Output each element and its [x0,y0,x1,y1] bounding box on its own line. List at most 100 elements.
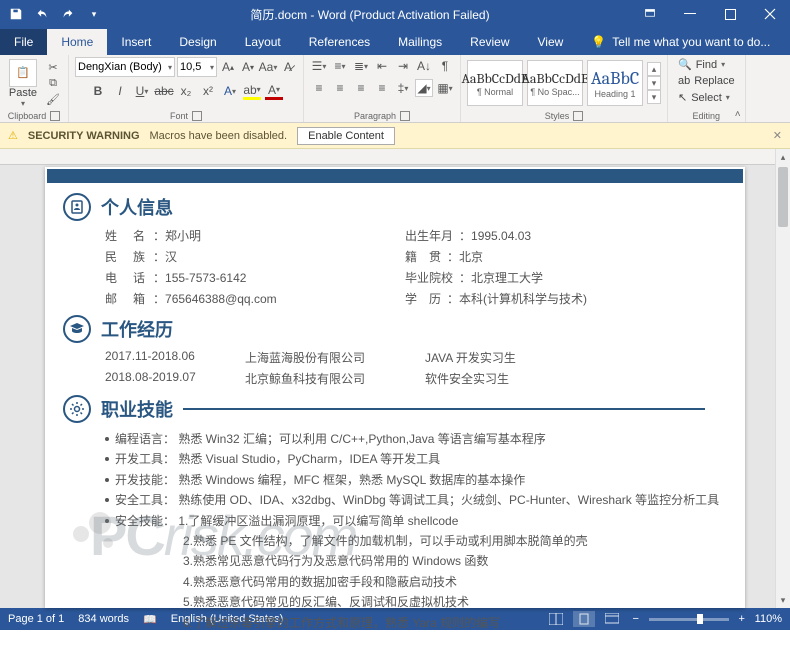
personal-title: 个人信息 [101,194,173,220]
clipboard-dialog-icon[interactable] [50,111,60,121]
security-warning-bar: ⚠ SECURITY WARNING Macros have been disa… [0,123,790,149]
web-layout-icon[interactable] [601,611,623,627]
style-normal[interactable]: AaBbCcDdE¶ Normal [467,60,523,106]
copy-icon[interactable]: ⧉ [44,76,62,90]
vertical-scrollbar[interactable]: ▴ ▾ [775,149,790,608]
tab-view[interactable]: View [524,29,578,55]
style-down-icon[interactable]: ▾ [647,76,661,90]
bold-icon[interactable]: B [89,82,107,100]
superscript-icon[interactable]: x² [199,82,217,100]
numbering-icon[interactable]: ≡▾ [331,57,349,75]
shield-icon: ⚠ [8,129,18,142]
style-gallery-nav: ▴ ▾ ▾ [647,62,661,104]
strike-icon[interactable]: abc [155,82,173,100]
tab-layout[interactable]: Layout [231,29,295,55]
quick-access-toolbar: ▾ [0,2,110,26]
group-clipboard: 📋 Paste ▾ ✂ ⧉ 🖌 Clipboard [0,55,69,122]
collapse-ribbon-icon[interactable]: ˄ [735,109,741,120]
font-name-select[interactable]: DengXian (Body)▾ [75,57,175,77]
tell-me[interactable]: 💡 Tell me what you want to do... [577,29,784,55]
print-layout-icon[interactable] [573,611,595,627]
multilevel-icon[interactable]: ≣▾ [352,57,370,75]
outdent-icon[interactable]: ⇤ [373,57,391,75]
tab-references[interactable]: References [295,29,384,55]
qat-dropdown-icon[interactable]: ▾ [82,2,106,26]
warning-title: SECURITY WARNING [28,130,140,142]
style-up-icon[interactable]: ▴ [647,62,661,76]
select-button[interactable]: ↖Select▾ [674,90,734,105]
tab-insert[interactable]: Insert [107,29,165,55]
styles-dialog-icon[interactable] [573,111,583,121]
scroll-thumb[interactable] [778,167,788,227]
cut-icon[interactable]: ✂ [44,60,62,74]
zoom-thumb[interactable] [697,614,703,624]
clipboard-label: Clipboard [8,111,47,121]
font-size-select[interactable]: 10,5▾ [177,57,217,77]
page-indicator[interactable]: Page 1 of 1 [8,613,64,625]
line-spacing-icon[interactable]: ‡▾ [394,79,412,97]
change-case-icon[interactable]: Aa▾ [259,58,277,76]
undo-icon[interactable] [30,2,54,26]
editing-label: Editing [693,111,721,121]
tab-home[interactable]: Home [47,29,107,55]
justify-icon[interactable]: ≡ [373,79,391,97]
sort-icon[interactable]: A↓ [415,57,433,75]
document-page[interactable]: 个人信息 姓 名：郑小明 出生年月：1995.04.03 民 族：汉 籍 贯：北… [45,167,745,608]
tell-me-placeholder: Tell me what you want to do... [612,35,770,49]
tab-design[interactable]: Design [165,29,230,55]
paragraph-dialog-icon[interactable] [400,111,410,121]
group-editing: 🔍Find▾ abReplace ↖Select▾ Editing ˄ [668,55,746,122]
tab-review[interactable]: Review [456,29,523,55]
ribbon-options-icon[interactable] [630,0,670,28]
style-nospacing[interactable]: AaBbCcDdE¶ No Spac... [527,60,583,106]
italic-icon[interactable]: I [111,82,129,100]
paste-button[interactable]: 📋 Paste ▾ [6,59,40,108]
horizontal-ruler[interactable] [0,149,775,165]
font-color-icon[interactable]: A▾ [265,82,283,100]
group-styles: AaBbCcDdE¶ Normal AaBbCcDdE¶ No Spac... … [461,55,668,122]
grow-font-icon[interactable]: A▴ [219,58,237,76]
clipboard-icon: 📋 [9,59,37,87]
read-mode-icon[interactable] [545,611,567,627]
enable-content-button[interactable]: Enable Content [297,127,395,145]
work-grid: 2017.11-2018.06 上海蓝海股份有限公司 JAVA 开发实习生 20… [105,349,705,387]
underline-icon[interactable]: U▾ [133,82,151,100]
minimize-icon[interactable] [670,0,710,28]
save-icon[interactable] [4,2,28,26]
style-heading1[interactable]: AaBbCHeading 1 [587,60,643,106]
tab-mailings[interactable]: Mailings [384,29,456,55]
work-title: 工作经历 [101,316,173,342]
shading-icon[interactable]: ◢▾ [415,79,433,97]
redo-icon[interactable] [56,2,80,26]
scroll-down-icon[interactable]: ▾ [776,592,790,608]
watermark: PCrisk.com [90,503,356,568]
subscript-icon[interactable]: x₂ [177,82,195,100]
indent-icon[interactable]: ⇥ [394,57,412,75]
window-title: 简历.docm - Word (Product Activation Faile… [110,6,630,23]
replace-button[interactable]: abReplace [674,74,739,88]
font-dialog-icon[interactable] [192,111,202,121]
format-painter-icon[interactable]: 🖌 [44,92,62,106]
find-button[interactable]: 🔍Find▾ [674,57,729,72]
borders-icon[interactable]: ▦▾ [436,79,454,97]
paste-label: Paste [9,87,37,99]
align-center-icon[interactable]: ≡ [331,79,349,97]
text-effect-icon[interactable]: A▾ [221,82,239,100]
highlight-icon[interactable]: ab▾ [243,82,261,100]
scroll-up-icon[interactable]: ▴ [776,149,790,165]
maximize-icon[interactable] [710,0,750,28]
style-more-icon[interactable]: ▾ [647,90,661,104]
shrink-font-icon[interactable]: A▾ [239,58,257,76]
magnifier-icon: 🔍 [678,58,692,71]
bullets-icon[interactable]: ☰▾ [310,57,328,75]
tab-file[interactable]: File [0,29,47,55]
clear-format-icon[interactable]: A̷ [279,58,297,76]
lightbulb-icon: 💡 [591,35,606,49]
zoom-level[interactable]: 110% [755,613,782,625]
zoom-slider[interactable] [649,618,729,621]
sign-in-button[interactable]: Sign in [784,15,790,55]
show-marks-icon[interactable]: ¶ [436,57,454,75]
align-right-icon[interactable]: ≡ [352,79,370,97]
close-warning-icon[interactable]: ✕ [773,129,782,142]
align-left-icon[interactable]: ≡ [310,79,328,97]
